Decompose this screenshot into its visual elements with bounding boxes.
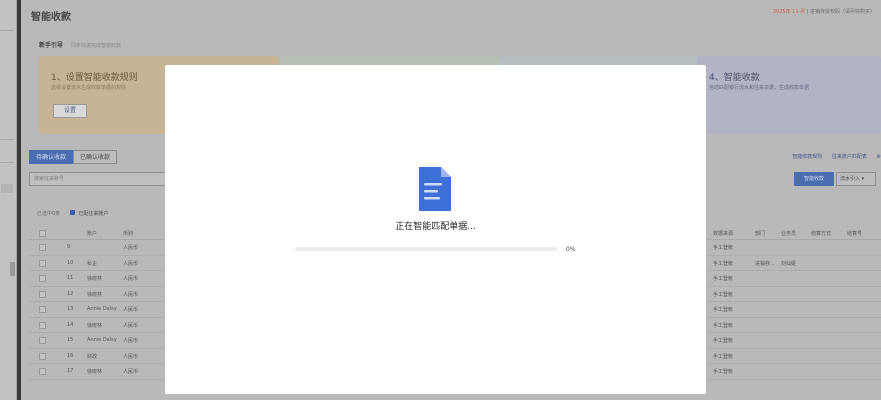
row-number: 17 (67, 368, 74, 374)
step-title: 1、设置智能收款规则 (51, 73, 138, 83)
row-checkbox[interactable] (39, 352, 46, 360)
row-checkbox[interactable] (39, 290, 46, 298)
step-desc: 选择设置流水生成收款单据的规则 (51, 85, 127, 91)
row-checkbox[interactable] (39, 259, 46, 267)
row-checkbox[interactable] (39, 275, 46, 282)
col-settle-method: 结算方式 (811, 231, 832, 237)
row-source: 手工登帐 (713, 245, 734, 251)
setup-button[interactable]: 设置 (53, 104, 87, 118)
tab-pending[interactable]: 待确认收款 (29, 150, 74, 164)
beginner-guide: 新手引导 同步快速完成智能收款 (39, 40, 121, 49)
row-dept: 进销存... (755, 260, 775, 267)
matching-message: 正在智能匹配单据... (395, 222, 476, 232)
receipt-tabs: 待确认收款 已确认收款 (29, 150, 118, 164)
row-currency: 人民币 (123, 260, 139, 267)
row-account: 徐晓林 (87, 322, 103, 329)
row-source: 手工登帐 (713, 260, 734, 267)
select-all-checkbox[interactable] (39, 230, 46, 237)
step-card-4: 4、智能收款 自动匹配银行流水和往来单据，生成收款单据 (697, 56, 881, 134)
row-source: 手工登帐 (713, 338, 734, 344)
step-desc: 自动匹配银行流水和往来单据，生成收款单据 (709, 85, 810, 91)
top-right-info: 2025年 11 月 | 进销存授权码（请尽快购买） (773, 8, 875, 15)
matched-accounts-label[interactable]: 已配往来账户 (78, 211, 108, 217)
row-currency: 人民币 (123, 307, 139, 313)
row-number: 13 (67, 306, 74, 312)
import-flow-dropdown[interactable]: 流水引入 ▾ (836, 172, 876, 186)
row-account: Annie Dalsy (87, 306, 117, 312)
period-label: 2025年 11 月 (772, 9, 806, 15)
row-source: 手工登帐 (713, 353, 734, 360)
guide-hint: 同步快速完成智能收款 (70, 43, 121, 49)
rules-link[interactable]: 智能收款规则 (792, 154, 822, 160)
row-currency: 人民币 (123, 338, 139, 344)
matching-progress-dialog: 正在智能匹配单据... 0% (165, 65, 706, 394)
row-source: 手工登帐 (713, 322, 734, 329)
tab-confirmed[interactable]: 已确认收款 (73, 150, 118, 164)
row-currency: 人民币 (123, 245, 139, 251)
row-currency: 人民币 (123, 276, 139, 282)
left-panel-handle[interactable] (10, 262, 15, 276)
row-account: 徐晓林 (87, 276, 103, 282)
col-settle-no: 结算号 (847, 231, 863, 237)
row-checkbox[interactable] (39, 368, 46, 375)
row-currency: 人民币 (123, 369, 139, 375)
progress-percent: 0% (566, 246, 576, 253)
settings-icon[interactable]: ⚙ (877, 154, 881, 160)
matched-accounts-toggle-icon[interactable] (69, 210, 75, 215)
row-number: 10 (67, 259, 74, 266)
col-currency: 币别 (123, 231, 134, 237)
row-checkbox[interactable] (39, 244, 46, 251)
selected-count: 已选中0条 (37, 211, 61, 217)
search-input[interactable]: 搜索往来账号 ⌕ (29, 172, 179, 186)
left-edge-panel (0, 0, 17, 400)
left-panel-highlight (1, 184, 13, 193)
document-icon (419, 167, 451, 211)
row-source: 手工登帐 (713, 276, 734, 282)
row-checkbox[interactable] (39, 306, 46, 313)
guide-label: 新手引导 (39, 42, 64, 49)
account-match-link[interactable]: 往来账户匹配表 (832, 154, 867, 160)
row-account: Annie Dalsy (87, 337, 117, 343)
selection-summary: 已选中0条 已配往来账户 (37, 210, 108, 217)
row-checkbox[interactable] (39, 321, 46, 329)
col-dept: 部门 (755, 231, 766, 237)
smart-receipt-button[interactable]: 智能收款 (794, 172, 834, 186)
row-number: 16 (67, 352, 74, 359)
row-number: 11 (67, 275, 74, 281)
row-checkbox[interactable] (39, 337, 46, 344)
row-number: 15 (67, 337, 74, 343)
page-title: 智能收款 (31, 12, 71, 23)
row-number: 9 (67, 244, 71, 250)
row-account: 财政 (87, 353, 98, 360)
col-source: 数据来源 (713, 231, 734, 237)
row-number: 12 (67, 290, 74, 297)
row-source: 手工登帐 (713, 291, 734, 298)
row-number: 14 (67, 321, 74, 328)
row-source: 手工登帐 (713, 369, 734, 375)
license-text[interactable]: | 进销存授权码（请尽快购买） (807, 9, 875, 15)
step-title: 4、智能收款 (709, 73, 760, 83)
row-source: 手工登帐 (713, 307, 734, 313)
row-account: 徐晓林 (87, 291, 103, 298)
toolbar-links: 智能收款规则 往来账户匹配表 ⚙ (784, 153, 881, 160)
search-placeholder: 搜索往来账号 (34, 176, 65, 182)
row-account: 徐晓林 (87, 369, 103, 375)
row-currency: 人民币 (123, 322, 139, 329)
row-staff: 刘仙姬 (781, 260, 797, 267)
row-currency: 人民币 (123, 353, 139, 360)
col-account: 账户 (87, 231, 98, 237)
col-staff: 业务员 (781, 231, 797, 237)
row-account: 私企 (87, 260, 98, 267)
progress-bar (295, 247, 557, 251)
row-currency: 人民币 (123, 291, 139, 298)
